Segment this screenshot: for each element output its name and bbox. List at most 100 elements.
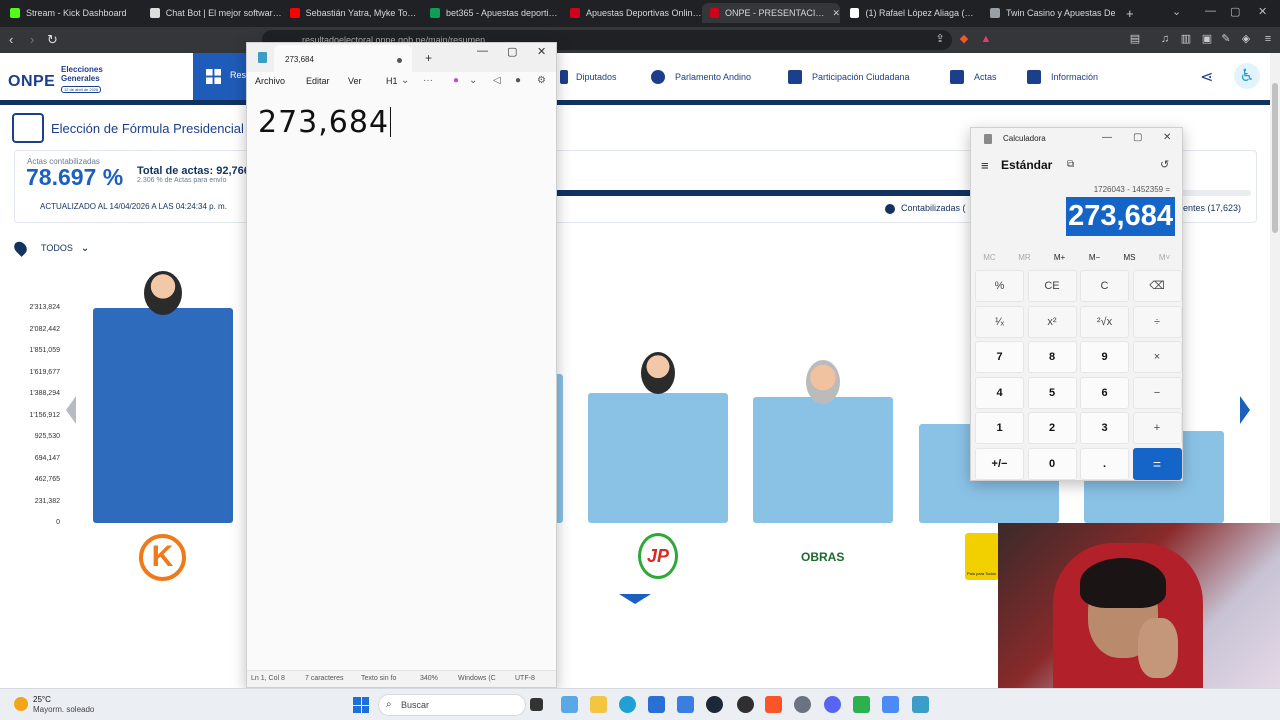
calculator-display[interactable]: 273,684 [1066, 197, 1175, 236]
browser-tab[interactable]: Chat Bot | El mejor software p [142, 3, 282, 23]
memory-button[interactable]: MR [1007, 253, 1042, 262]
megaphone-icon[interactable]: ◁ [493, 75, 501, 86]
browser-tab[interactable]: Twin Casino y Apuestas De [982, 3, 1122, 23]
app-icon[interactable] [677, 696, 694, 713]
memory-button[interactable]: M+ [1042, 253, 1077, 262]
share-icon[interactable]: ⇪ [934, 33, 946, 45]
browser-tab[interactable]: Stream - Kick Dashboard [2, 3, 142, 23]
nav-informacion[interactable]: Información [1027, 70, 1098, 84]
chevron-down-icon[interactable]: ⌄ [401, 75, 409, 86]
memory-button[interactable]: M˅ [1147, 253, 1182, 262]
region-filter[interactable]: TODOS ⌄ [11, 239, 89, 257]
brave-icon[interactable] [765, 696, 782, 713]
app-icon[interactable] [882, 696, 899, 713]
calc-key[interactable]: ²√x [1080, 305, 1129, 338]
calc-key[interactable]: 7 [975, 341, 1024, 373]
maximize-icon[interactable]: ▢ [1133, 132, 1142, 143]
memory-button[interactable]: MC [972, 253, 1007, 262]
close-icon[interactable]: ✕ [1163, 132, 1171, 143]
heading-dropdown[interactable]: H1 [386, 76, 398, 86]
chevron-down-icon[interactable]: ⌄ [469, 75, 477, 86]
calc-key[interactable]: − [1132, 376, 1182, 409]
menu-archivo[interactable]: Archivo [255, 76, 285, 86]
calc-key[interactable]: 6 [1080, 376, 1129, 409]
discord-icon[interactable] [824, 696, 841, 713]
task-view-icon[interactable] [530, 698, 543, 711]
music-icon[interactable]: ♫ [1159, 33, 1171, 45]
candidate-bar[interactable] [588, 393, 728, 523]
share-icon[interactable]: ⋖ [1200, 67, 1213, 87]
calc-key[interactable]: 5 [1027, 376, 1077, 409]
obs-icon[interactable] [737, 696, 754, 713]
calc-key[interactable]: C [1080, 270, 1129, 302]
maximize-icon[interactable]: ▢ [507, 45, 517, 58]
weather-description[interactable]: Mayorm. soleado [33, 705, 94, 714]
calc-key[interactable]: 0 [1027, 447, 1077, 480]
calc-key[interactable]: ⌫ [1132, 270, 1182, 302]
sun-icon[interactable] [14, 697, 28, 711]
candidate-bar[interactable] [93, 308, 233, 523]
calc-key[interactable]: 3 [1080, 412, 1129, 444]
vpn-icon[interactable]: ◈ [1240, 33, 1252, 45]
calc-key[interactable]: × [1132, 341, 1182, 373]
candidate-bar[interactable] [753, 397, 893, 523]
nav-participacion[interactable]: Participación Ciudadana [788, 70, 910, 84]
more-icon[interactable]: ··· [423, 75, 433, 86]
notepad-editor[interactable]: 273,684 [258, 105, 392, 140]
calc-key[interactable]: +/− [975, 447, 1024, 480]
minimize-icon[interactable]: — [1102, 132, 1112, 143]
menu-ver[interactable]: Ver [348, 76, 362, 86]
nav-actas[interactable]: Actas [950, 70, 997, 84]
party-logo-pais-para-todos[interactable]: País para Todos [965, 533, 999, 580]
reload-icon[interactable]: ↻ [47, 32, 58, 48]
menu-icon[interactable]: ≡ [1262, 33, 1274, 45]
rewards-icon[interactable]: ▲ [980, 33, 992, 45]
close-icon[interactable]: ✕ [537, 45, 546, 58]
browser-tab[interactable]: Apuestas Deportivas Online | [562, 3, 702, 23]
copilot-icon[interactable]: ● [453, 75, 459, 86]
calc-key[interactable]: ¹⁄ₓ [975, 305, 1024, 338]
minimize-icon[interactable]: — [477, 45, 488, 57]
party-logo-obras[interactable]: OBRAS [801, 550, 844, 564]
calc-key[interactable]: 9 [1080, 341, 1129, 373]
new-tab-icon[interactable]: + [425, 51, 432, 65]
calc-key[interactable]: CE [1027, 270, 1077, 302]
accessibility-icon[interactable]: ♿ [1234, 63, 1260, 89]
nav-diputados[interactable]: Diputados [560, 70, 617, 84]
calc-key[interactable]: = [1132, 447, 1182, 480]
edge-icon[interactable] [619, 696, 636, 713]
new-tab-icon[interactable]: + [1126, 6, 1134, 21]
forward-icon[interactable]: › [30, 32, 34, 47]
weather-temperature[interactable]: 25°C [33, 695, 51, 704]
calc-key[interactable]: 8 [1027, 341, 1077, 373]
settings-icon[interactable] [794, 696, 811, 713]
notepad-tab[interactable]: 273,684 [274, 45, 412, 72]
hamburger-menu-icon[interactable]: ≡ [981, 158, 989, 173]
minimize-icon[interactable]: — [1205, 5, 1216, 17]
brave-shield-icon[interactable]: ◆ [958, 33, 970, 45]
taskbar-search[interactable]: ⌕ Buscar [378, 694, 526, 716]
file-explorer-icon[interactable] [590, 696, 607, 713]
close-icon[interactable]: ✕ [832, 8, 840, 19]
calc-key[interactable]: 4 [975, 376, 1024, 409]
calc-key[interactable]: + [1132, 412, 1182, 444]
memory-button[interactable]: MS [1112, 253, 1147, 262]
keep-on-top-icon[interactable]: ⧉ [1067, 159, 1074, 170]
extensions-icon[interactable]: ✎ [1220, 33, 1232, 45]
account-icon[interactable]: ● [515, 75, 521, 86]
party-logo-juntos-peru[interactable]: JP [638, 533, 678, 579]
party-logo-fuerza-popular[interactable]: K [139, 534, 186, 581]
calc-key[interactable]: 2 [1027, 412, 1077, 444]
scrollbar-thumb[interactable] [1272, 83, 1278, 233]
onpe-logo[interactable]: ONPE Elecciones Generales 12 de abril de … [6, 59, 116, 95]
browser-tab-active[interactable]: ONPE - PRESENTACIÓN D✕ [702, 3, 840, 23]
browser-tab[interactable]: Sebastián Yatra, Myke Towers [282, 3, 422, 23]
calc-key[interactable]: ÷ [1132, 305, 1182, 338]
settings-icon[interactable]: ⚙ [537, 75, 546, 86]
back-icon[interactable]: ‹ [9, 32, 13, 47]
calc-key[interactable]: % [975, 270, 1024, 302]
wallet-icon[interactable]: ▣ [1201, 33, 1213, 45]
windows-start-icon[interactable] [353, 697, 369, 713]
sidebar-icon[interactable]: ▤ [1129, 33, 1141, 45]
notepad-app-icon[interactable] [912, 696, 929, 713]
